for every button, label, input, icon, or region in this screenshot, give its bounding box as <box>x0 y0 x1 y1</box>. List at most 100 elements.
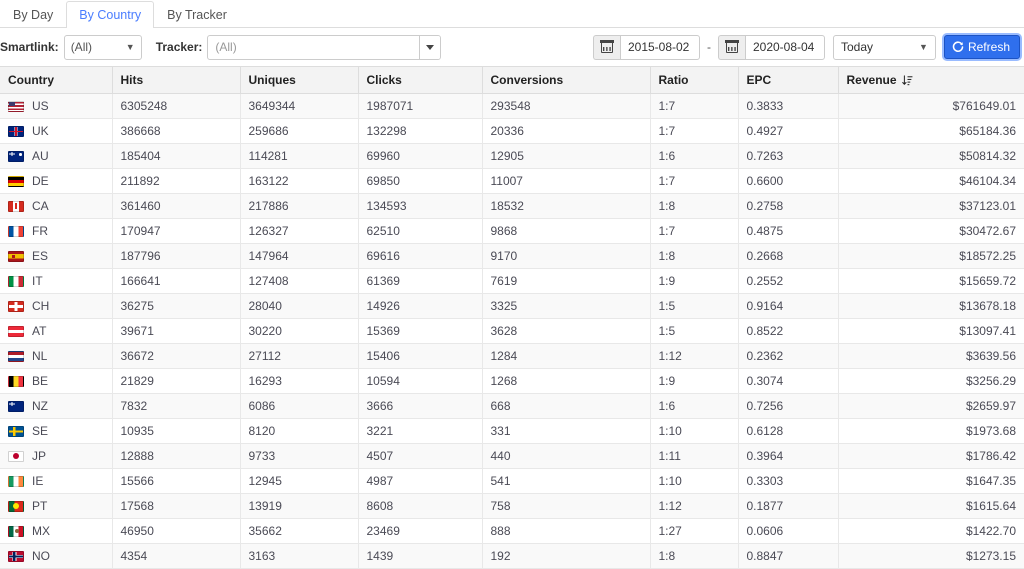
table-row[interactable]: UK 386668 259686 132298 20336 1:7 0.4927 $65184… <box>0 118 1024 144</box>
cell-clicks: 15406 <box>358 343 483 369</box>
table-row[interactable]: FR 170947 126327 62510 9868 1:7 0.4875 $30472.6… <box>0 218 1024 244</box>
column-header-country[interactable]: Country <box>0 67 113 94</box>
column-header-uniques[interactable]: Uniques <box>240 67 359 94</box>
cell-ratio: 1:6 <box>650 393 739 419</box>
tab-by-tracker[interactable]: By Tracker <box>154 1 240 28</box>
cell-epc: 0.2758 <box>738 193 839 219</box>
table-row[interactable]: US 6305248 3649344 1987071 293548 1:7 0.3833 $7… <box>0 93 1024 119</box>
cell-conversions: 541 <box>482 468 651 494</box>
cell-revenue: $1615.64 <box>838 493 1024 519</box>
calendar-icon[interactable] <box>717 34 745 60</box>
cell-conversions: 440 <box>482 443 651 469</box>
table-row[interactable]: IT 166641 127408 61369 7619 1:9 0.2552 $15659.7… <box>0 268 1024 294</box>
calendar-icon[interactable] <box>592 34 620 60</box>
cell-epc: 0.9164 <box>738 293 839 319</box>
table-row[interactable]: AT 39671 30220 15369 3628 1:5 0.8522 $13097.41 <box>0 318 1024 344</box>
refresh-button[interactable]: Refresh <box>943 35 1020 59</box>
cell-uniques: 35662 <box>240 518 359 544</box>
tab-by-country[interactable]: By Country <box>66 1 155 28</box>
cell-clicks: 61369 <box>358 268 483 294</box>
cell-country: ES <box>0 243 113 269</box>
column-header-ratio[interactable]: Ratio <box>650 67 739 94</box>
cell-revenue: $18572.25 <box>838 243 1024 269</box>
date-from-input[interactable]: 2015-08-02 <box>619 34 700 60</box>
table-row[interactable]: AU 185404 114281 69960 12905 1:6 0.7263 $50814.… <box>0 143 1024 169</box>
cell-clicks: 4987 <box>358 468 483 494</box>
cell-clicks: 134593 <box>358 193 483 219</box>
column-header-conversions[interactable]: Conversions <box>482 67 651 94</box>
column-header-revenue[interactable]: Revenue <box>838 67 1024 94</box>
country-cell: FR <box>8 224 104 238</box>
table-header-row: Country Hits Uniques Clicks Conversions Ratio… <box>0 67 1024 94</box>
country-cell: IE <box>8 474 104 488</box>
table-row[interactable]: DE 211892 163122 69850 11007 1:7 0.6600 $46104.… <box>0 168 1024 194</box>
date-to-group[interactable]: 2020-08-04 <box>717 34 825 60</box>
cell-hits: 7832 <box>112 393 241 419</box>
table-row[interactable]: MX 46950 35662 23469 888 1:27 0.0606 $1422.70 <box>0 518 1024 544</box>
table-row[interactable]: NZ 7832 6086 3666 668 1:6 0.7256 $2659.97 <box>0 393 1024 419</box>
cell-clicks: 4507 <box>358 443 483 469</box>
date-range-preset-select[interactable]: Today ▼ <box>832 34 936 60</box>
table-row[interactable]: BE 21829 16293 10594 1268 1:9 0.3074 $3256.29 <box>0 368 1024 394</box>
cell-clicks: 1439 <box>358 543 483 569</box>
table-row[interactable]: CH 36275 28040 14926 3325 1:5 0.9164 $13678.18 <box>0 293 1024 319</box>
country-code-label: CH <box>32 299 50 313</box>
smartlink-select[interactable]: (All) ▼ <box>63 34 142 60</box>
column-header-label: Revenue <box>846 73 897 87</box>
column-header-label: Uniques <box>248 73 296 87</box>
date-range-separator: - <box>706 40 711 54</box>
tracker-dropdown-toggle[interactable] <box>419 35 441 59</box>
cell-revenue: $15659.72 <box>838 268 1024 294</box>
table-row[interactable]: ES 187796 147964 69616 9170 1:8 0.2668 $18572.2… <box>0 243 1024 269</box>
date-to-input[interactable]: 2020-08-04 <box>744 34 825 60</box>
country-cell: CH <box>8 299 104 313</box>
cell-hits: 4354 <box>112 543 241 569</box>
country-cell: US <box>8 99 104 113</box>
table-row[interactable]: NL 36672 27112 15406 1284 1:12 0.2362 $3639.56 <box>0 343 1024 369</box>
cell-epc: 0.2552 <box>738 268 839 294</box>
cell-uniques: 3649344 <box>240 93 359 119</box>
cell-uniques: 30220 <box>240 318 359 344</box>
country-cell: SE <box>8 424 104 438</box>
column-header-clicks[interactable]: Clicks <box>358 67 483 94</box>
cell-revenue: $65184.36 <box>838 118 1024 144</box>
date-from-group[interactable]: 2015-08-02 <box>592 34 700 60</box>
cell-revenue: $46104.34 <box>838 168 1024 194</box>
cell-revenue: $13097.41 <box>838 318 1024 344</box>
cell-ratio: 1:12 <box>650 343 739 369</box>
sort-descending-icon[interactable] <box>901 75 913 86</box>
cell-ratio: 1:6 <box>650 143 739 169</box>
cell-country: NL <box>0 343 113 369</box>
cell-country: CA <box>0 193 113 219</box>
country-code-label: DE <box>32 174 49 188</box>
column-header-hits[interactable]: Hits <box>112 67 241 94</box>
chevron-down-icon: ▼ <box>125 41 135 52</box>
cell-country: AT <box>0 318 113 344</box>
table-row[interactable]: IE 15566 12945 4987 541 1:10 0.3303 $1647.35 <box>0 468 1024 494</box>
column-header-epc[interactable]: EPC <box>738 67 839 94</box>
cell-country: CH <box>0 293 113 319</box>
cell-hits: 6305248 <box>112 93 241 119</box>
flag-icon-es <box>8 250 24 262</box>
table-row[interactable]: NO 4354 3163 1439 192 1:8 0.8847 $1273.15 <box>0 543 1024 569</box>
cell-country: DE <box>0 168 113 194</box>
country-cell: PT <box>8 499 104 513</box>
table-row[interactable]: CA 361460 217886 134593 18532 1:8 0.2758 $37123… <box>0 193 1024 219</box>
table-row[interactable]: JP 12888 9733 4507 440 1:11 0.3964 $1786.42 <box>0 443 1024 469</box>
tab-by-day[interactable]: By Day <box>0 1 66 28</box>
cell-epc: 0.4927 <box>738 118 839 144</box>
cell-revenue: $1273.15 <box>838 543 1024 569</box>
country-code-label: NL <box>32 349 48 363</box>
table-row[interactable]: SE 10935 8120 3221 331 1:10 0.6128 $1973.68 <box>0 418 1024 444</box>
country-code-label: UK <box>32 124 49 138</box>
cell-revenue: $50814.32 <box>838 143 1024 169</box>
cell-epc: 0.4875 <box>738 218 839 244</box>
tracker-select[interactable]: (All) <box>207 34 442 60</box>
cell-uniques: 114281 <box>240 143 359 169</box>
table-head: Country Hits Uniques Clicks Conversions Ratio… <box>0 67 1024 94</box>
cell-uniques: 259686 <box>240 118 359 144</box>
table-row[interactable]: PT 17568 13919 8608 758 1:12 0.1877 $1615.64 <box>0 493 1024 519</box>
cell-epc: 0.1877 <box>738 493 839 519</box>
cell-clicks: 62510 <box>358 218 483 244</box>
country-code-label: BE <box>32 374 49 388</box>
